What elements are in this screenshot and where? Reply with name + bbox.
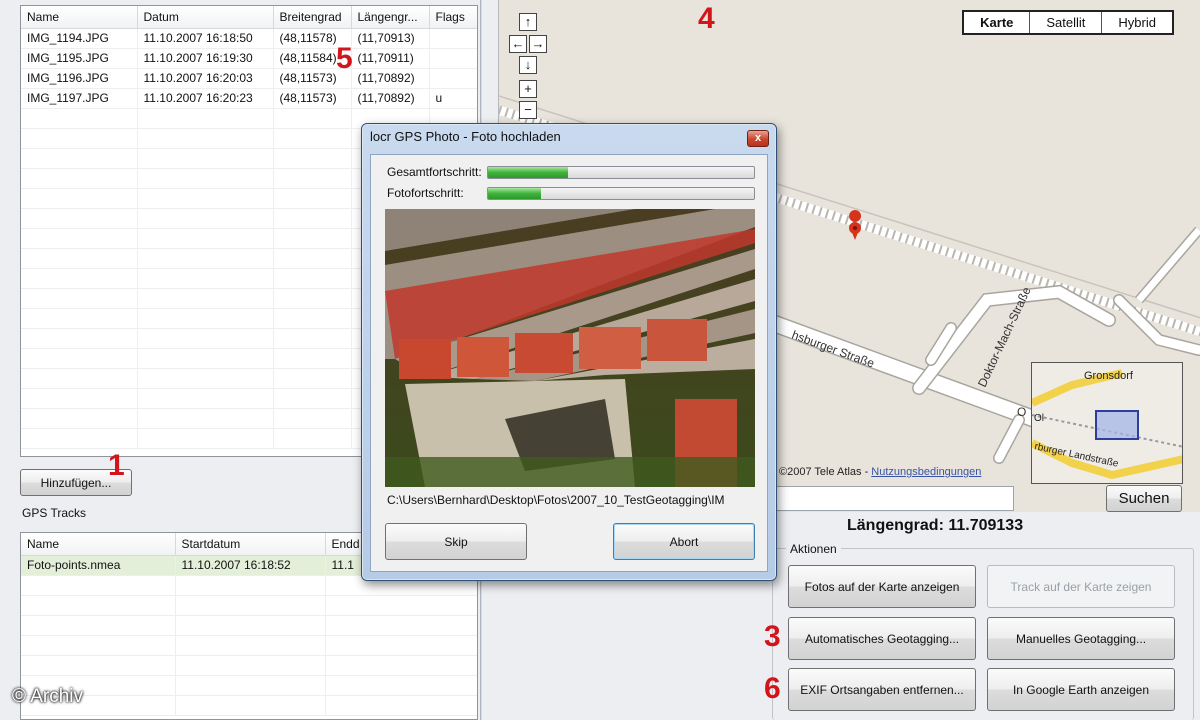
total-progress-bar <box>487 166 755 179</box>
map-type-satellit[interactable]: Satellit <box>1029 12 1101 33</box>
cell-flags: u <box>429 88 477 109</box>
skip-button[interactable]: Skip <box>385 523 527 560</box>
show-in-google-earth-button[interactable]: In Google Earth anzeigen <box>987 668 1175 711</box>
upload-dialog: locr GPS Photo - Foto hochladen x Gesamt… <box>361 123 777 581</box>
file-path-label: C:\Users\Bernhard\Desktop\Fotos\2007_10_… <box>387 493 725 507</box>
cell-date: 11.10.2007 16:20:23 <box>137 88 274 109</box>
longitude-readout: Längengrad: 11.709133 <box>847 517 1024 534</box>
annotation-marker-1: 1 <box>108 449 125 482</box>
close-icon[interactable]: x <box>747 130 769 147</box>
cell-date: 11.10.2007 16:19:30 <box>137 48 274 69</box>
cell-date: 11.10.2007 16:18:50 <box>137 28 274 49</box>
empty-row <box>21 675 477 696</box>
cell-track-name: Foto-points.nmea <box>21 555 176 576</box>
dialog-body: Gesamtfortschritt: Fotofortschritt: C:\U… <box>370 154 768 572</box>
search-input[interactable] <box>744 486 1014 511</box>
gps-tracks-label: GPS Tracks <box>22 506 87 520</box>
photo-progress-label: Fotofortschritt: <box>387 186 464 200</box>
column-header-latitude[interactable]: Breitengrad <box>273 6 352 29</box>
abort-button[interactable]: Abort <box>613 523 755 560</box>
cell-name: IMG_1197.JPG <box>21 88 138 109</box>
annotation-marker-6: 6 <box>764 672 781 705</box>
table-row[interactable]: IMG_1196.JPG 11.10.2007 16:20:03 (48,115… <box>21 68 477 89</box>
terms-link[interactable]: Nutzungsbedingungen <box>871 466 981 478</box>
annotation-marker-4: 4 <box>698 2 715 35</box>
zoom-in-icon[interactable]: + <box>519 80 537 98</box>
cell-latitude: (48,11573) <box>273 88 352 109</box>
zoom-out-icon[interactable]: − <box>519 101 537 119</box>
table-row[interactable]: IMG_1194.JPG 11.10.2007 16:18:50 (48,115… <box>21 28 477 49</box>
cell-name: IMG_1195.JPG <box>21 48 138 69</box>
empty-row <box>21 615 477 636</box>
cell-start-date: 11.10.2007 16:18:52 <box>175 555 326 576</box>
cell-flags <box>429 68 477 89</box>
annotation-marker-3: 3 <box>764 620 781 653</box>
search-button[interactable]: Suchen <box>1106 485 1182 512</box>
cell-longitude: (11,70911) <box>351 48 430 69</box>
column-header-longitude[interactable]: Längengr... <box>351 6 430 29</box>
cell-flags <box>429 48 477 69</box>
total-progress-label: Gesamtfortschritt: <box>387 165 482 179</box>
cell-flags <box>429 28 477 49</box>
actions-label: Aktionen <box>786 542 841 556</box>
street-label: O <box>1017 405 1026 419</box>
empty-row <box>21 595 477 616</box>
column-header-start-date[interactable]: Startdatum <box>175 533 326 556</box>
annotation-marker-5: 5 <box>336 42 353 75</box>
pan-right-icon[interactable]: → <box>529 35 547 53</box>
map-attribution: ©2007 Tele Atlas - Nutzungsbedingungen <box>779 466 981 478</box>
table-row[interactable]: IMG_1197.JPG 11.10.2007 16:20:23 (48,115… <box>21 88 477 109</box>
column-header-name[interactable]: Name <box>21 6 138 29</box>
cell-longitude: (11,70892) <box>351 68 430 89</box>
empty-row <box>21 635 477 656</box>
map-type-switcher: Karte Satellit Hybrid <box>962 10 1174 35</box>
cell-name: IMG_1196.JPG <box>21 68 138 89</box>
pan-down-icon[interactable]: ↓ <box>519 56 537 74</box>
total-progress-fill <box>488 167 568 178</box>
copyright-watermark: © Archiv <box>12 686 84 707</box>
overview-map-drawing: Gronsdorf rburger Landstraße Ol <box>1032 369 1182 480</box>
cell-name: IMG_1194.JPG <box>21 28 138 49</box>
attribution-text: ©2007 Tele Atlas - <box>779 466 872 478</box>
overview-label: Gronsdorf <box>1084 370 1134 382</box>
map-type-karte[interactable]: Karte <box>964 12 1029 33</box>
column-header-track-name[interactable]: Name <box>21 533 176 556</box>
empty-row <box>21 695 477 716</box>
dialog-title: locr GPS Photo - Foto hochladen <box>370 129 561 144</box>
map-type-hybrid[interactable]: Hybrid <box>1101 12 1172 33</box>
pan-up-icon[interactable]: ↑ <box>519 13 537 31</box>
bench-photo-image <box>385 209 755 487</box>
photo-progress-fill <box>488 188 542 199</box>
remove-exif-location-button[interactable]: EXIF Ortsangaben entfernen... <box>788 668 976 711</box>
map-pin-icon[interactable] <box>849 210 862 240</box>
show-track-on-map-button[interactable]: Track auf der Karte zeigen <box>987 565 1175 608</box>
show-photos-on-map-button[interactable]: Fotos auf der Karte anzeigen <box>788 565 976 608</box>
cell-longitude: (11,70913) <box>351 28 430 49</box>
table-row[interactable]: IMG_1195.JPG 11.10.2007 16:19:30 (48,115… <box>21 48 477 69</box>
photo-preview <box>385 209 755 487</box>
column-header-date[interactable]: Datum <box>137 6 274 29</box>
cell-date: 11.10.2007 16:20:03 <box>137 68 274 89</box>
overview-label: Ol <box>1034 413 1044 424</box>
auto-geotagging-button[interactable]: Automatisches Geotagging... <box>788 617 976 660</box>
empty-row <box>21 655 477 676</box>
photo-progress-bar <box>487 187 755 200</box>
photos-table-header: Name Datum Breitengrad Längengr... Flags <box>21 6 477 29</box>
cell-longitude: (11,70892) <box>351 88 430 109</box>
column-header-flags[interactable]: Flags <box>429 6 477 29</box>
pan-left-icon[interactable]: ← <box>509 35 527 53</box>
manual-geotagging-button[interactable]: Manuelles Geotagging... <box>987 617 1175 660</box>
overview-map[interactable]: Gronsdorf rburger Landstraße Ol <box>1031 362 1183 484</box>
